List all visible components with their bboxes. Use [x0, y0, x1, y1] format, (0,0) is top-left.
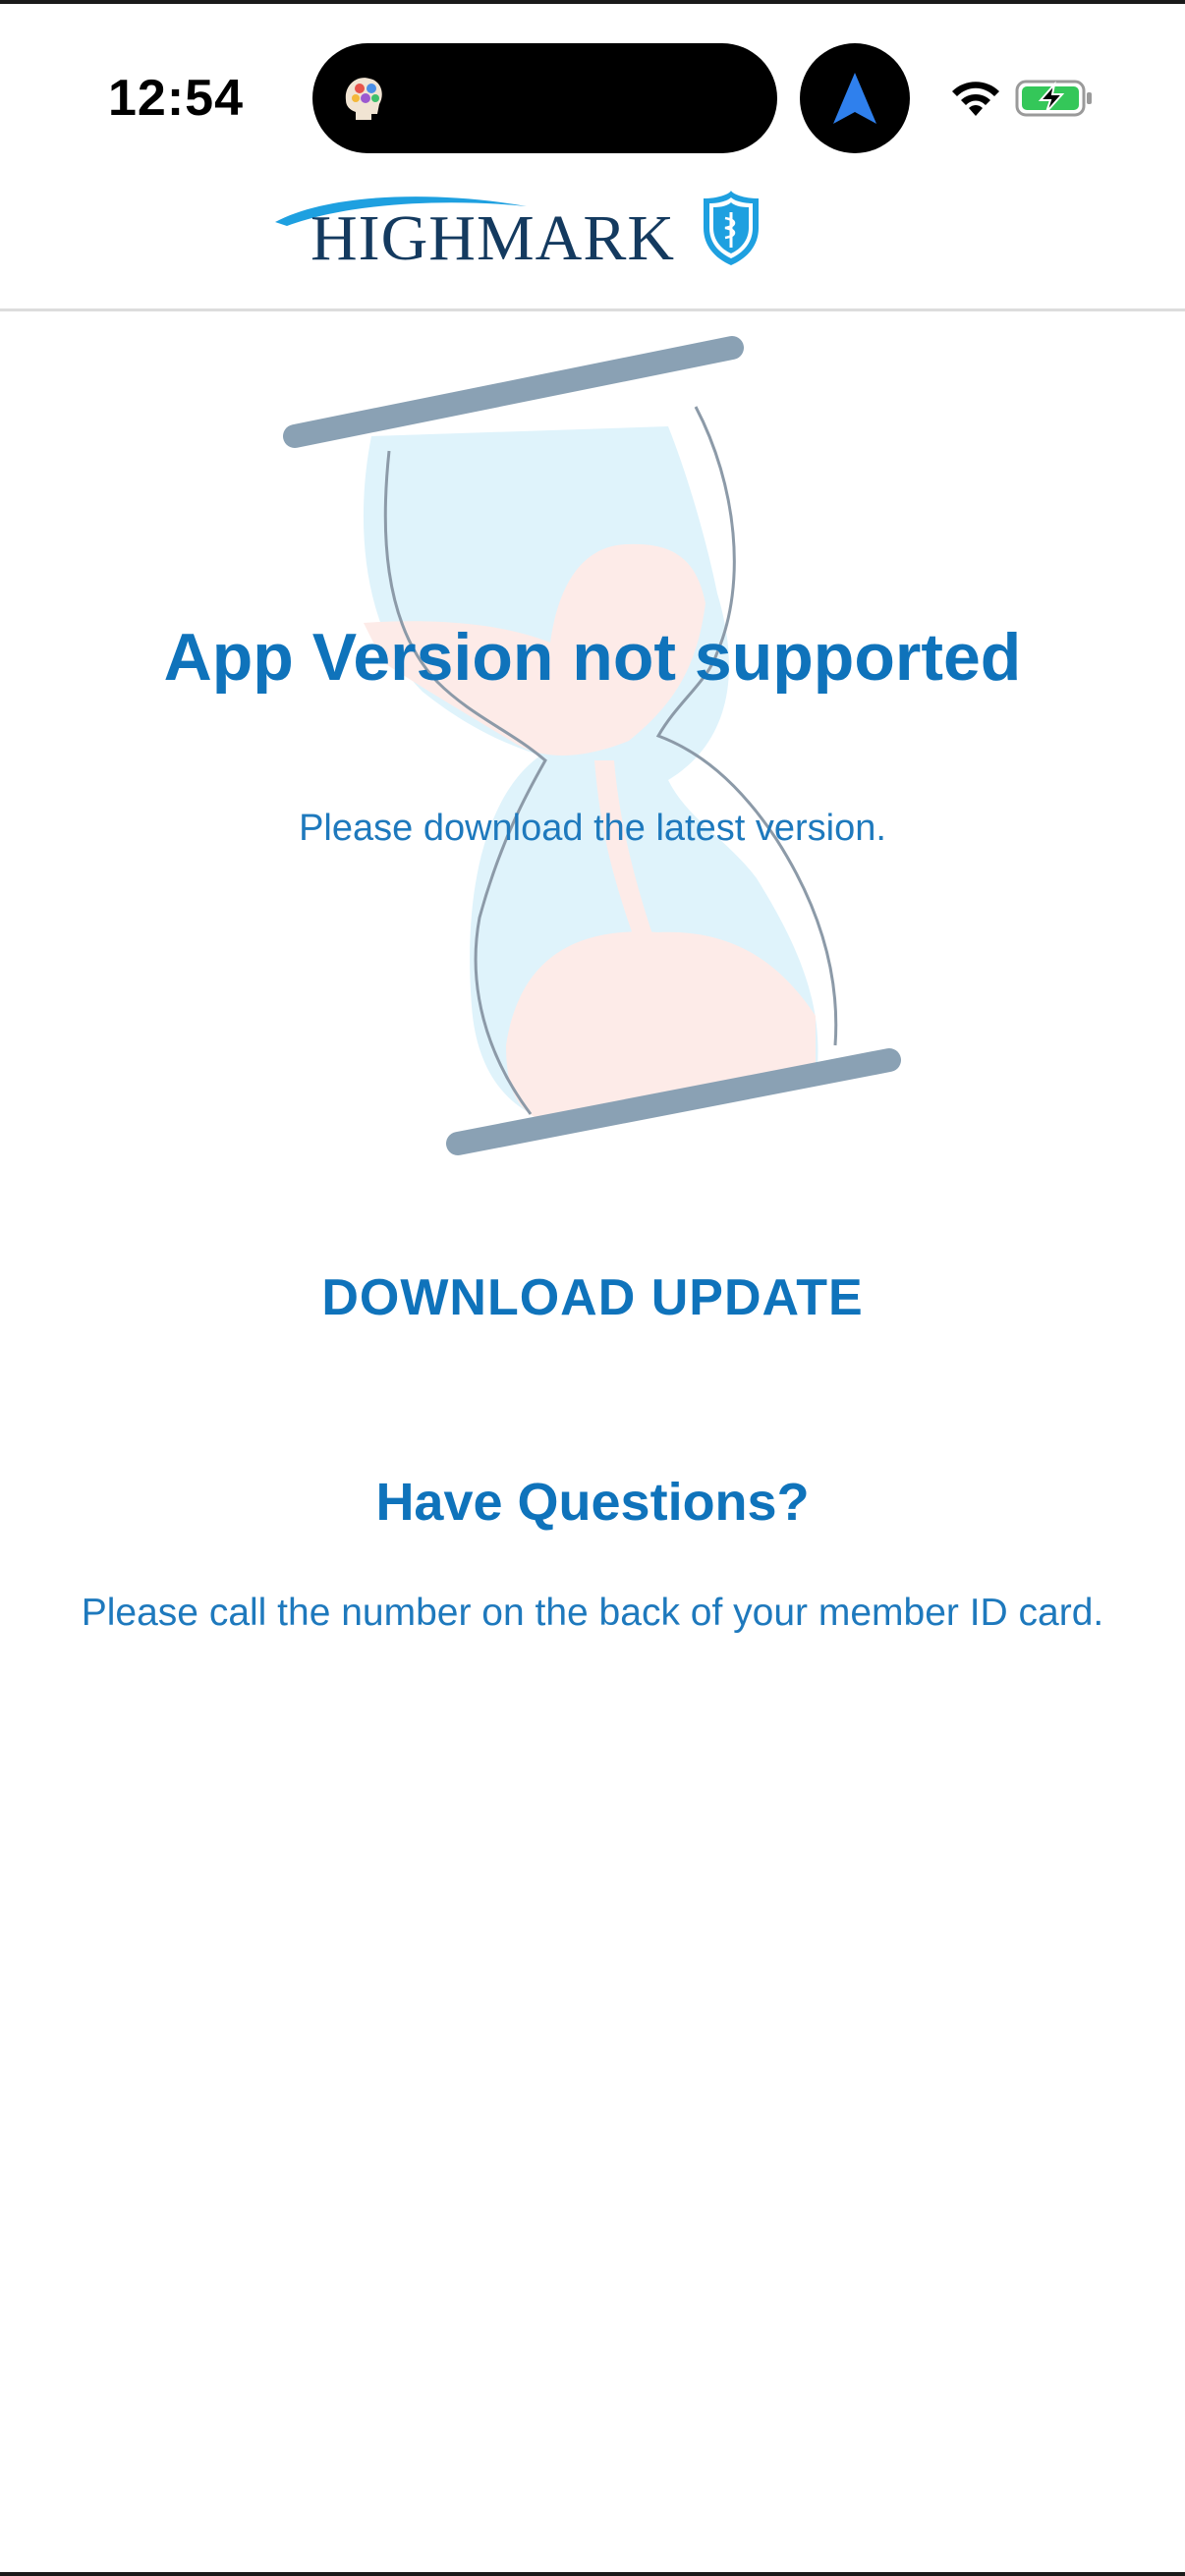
questions-heading: Have Questions? — [375, 1473, 810, 1532]
page-title: App Version not supported — [163, 620, 1022, 695]
highmark-logo: HIGHMARK — [275, 191, 759, 274]
wifi-icon — [952, 82, 999, 116]
battery-charging-icon — [1015, 80, 1092, 117]
update-instruction: Please download the latest version. — [299, 808, 886, 849]
status-time: 12:54 — [108, 70, 244, 127]
shield-icon — [704, 191, 759, 265]
download-update-button[interactable]: DOWNLOAD UPDATE — [298, 1244, 887, 1352]
app-header: HIGHMARK — [0, 191, 1185, 310]
header-divider — [0, 308, 1185, 311]
svg-text:HIGHMARK: HIGHMARK — [310, 202, 675, 274]
dynamic-island[interactable] — [312, 43, 777, 153]
status-bar: 12:54 — [0, 4, 1185, 191]
questions-help-text: Please call the number on the back of yo… — [81, 1592, 1104, 1634]
hourglass-illustration — [283, 336, 901, 1155]
colorful-brain-icon — [345, 78, 382, 120]
navigation-indicator[interactable] — [800, 43, 910, 153]
location-arrow-icon — [833, 73, 876, 124]
